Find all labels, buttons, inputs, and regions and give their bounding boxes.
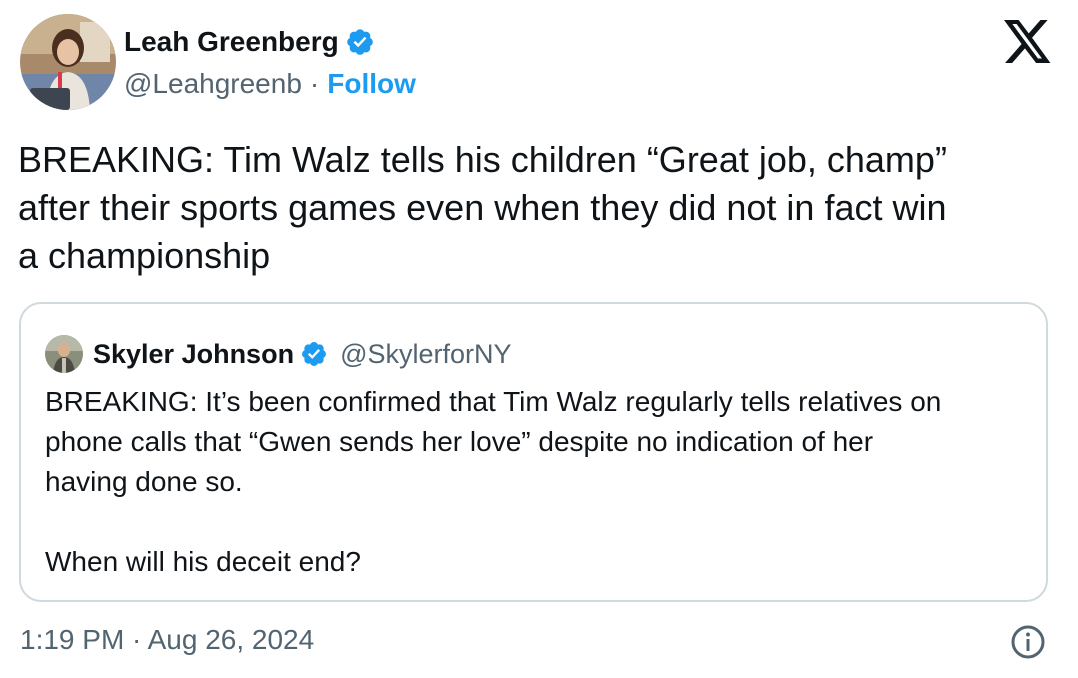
- author-avatar[interactable]: [20, 14, 116, 110]
- x-logo-icon[interactable]: [1004, 20, 1052, 64]
- handle-row: @Leahgreenb · Follow: [124, 66, 416, 102]
- quoted-author-handle[interactable]: @SkylerforNY: [340, 339, 511, 370]
- quoted-tweet-text: BREAKING: It’s been confirmed that Tim W…: [45, 386, 942, 577]
- follow-button[interactable]: Follow: [327, 66, 416, 102]
- quoted-author-name[interactable]: Skyler Johnson: [93, 339, 294, 370]
- verified-badge-icon: [346, 29, 373, 55]
- avatar-photo-icon: [45, 335, 83, 373]
- quoted-header: Skyler Johnson @SkylerforNY: [93, 334, 512, 374]
- author-handle[interactable]: @Leahgreenb: [124, 66, 302, 102]
- quoted-tweet-card[interactable]: Skyler Johnson @SkylerforNY BREAKING: It…: [19, 302, 1048, 602]
- tweet-text: BREAKING: Tim Walz tells his children “G…: [18, 139, 947, 276]
- tweet-timestamp[interactable]: 1:19 PM · Aug 26, 2024: [20, 620, 314, 660]
- avatar-photo-icon: [20, 14, 116, 110]
- quoted-author-avatar[interactable]: [45, 335, 83, 373]
- separator-dot: ·: [309, 68, 320, 99]
- verified-badge-icon: [302, 342, 327, 366]
- info-icon[interactable]: [1010, 624, 1046, 660]
- author-name[interactable]: Leah Greenberg: [124, 24, 339, 60]
- author-name-row[interactable]: Leah Greenberg: [124, 24, 375, 60]
